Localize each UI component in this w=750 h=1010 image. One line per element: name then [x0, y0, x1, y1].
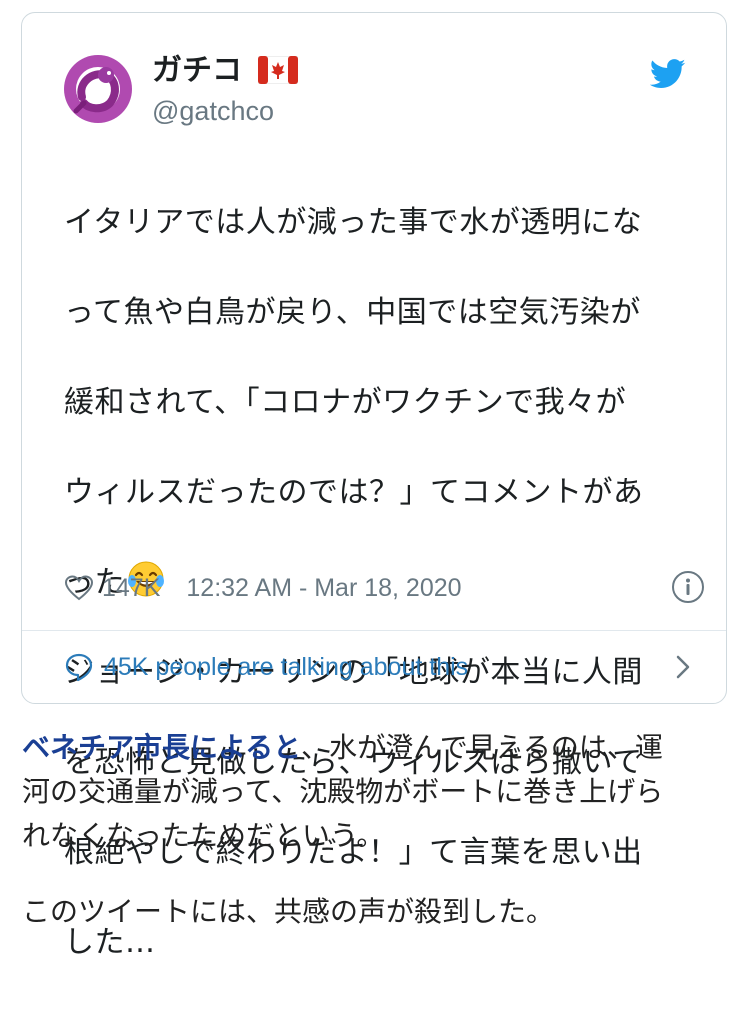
like-count[interactable]: 147K — [102, 574, 160, 603]
avatar[interactable] — [62, 53, 134, 125]
article-line: れなくなったためだという。 — [22, 819, 385, 852]
display-name-text[interactable]: ガチコ — [152, 53, 242, 88]
tweet-line: ウィルスだったのでは？」てコメントがあ — [64, 475, 644, 510]
tweet-line: イタリアでは人が減った事で水が透明にな — [64, 205, 643, 240]
article-text: 、水が澄んで見えるのは、運 — [301, 731, 663, 764]
canada-flag-icon — [258, 56, 299, 84]
tweet-line: 緩和されて、「コロナがワクチンで我々が — [64, 385, 627, 420]
tweet-line: って魚や白鳥が戻り、中国では空気汚染が — [64, 295, 641, 330]
article-paragraph-2: このツイートには、共感の声が殺到した。 — [22, 895, 555, 928]
divider — [22, 630, 726, 631]
display-name[interactable]: ガチコ — [152, 51, 299, 91]
speech-bubble-icon — [65, 653, 93, 682]
twitter-bird-icon[interactable] — [650, 59, 686, 89]
embedded-tweet-card[interactable]: ガチコ @gatchco イタリアでは人が減った事で水が透明にな って魚や白鳥が… — [21, 12, 727, 960]
article-link[interactable]: ベネチア市長によると — [22, 731, 301, 764]
talking-count-text[interactable]: 45K people are talking about this — [104, 653, 468, 682]
user-handle[interactable]: @gatchco — [152, 93, 274, 129]
chevron-right-icon[interactable] — [674, 653, 692, 681]
tweet-timestamp[interactable]: 12:32 AM - Mar 18, 2020 — [186, 574, 461, 603]
heart-icon[interactable] — [64, 574, 94, 602]
info-icon[interactable] — [671, 570, 705, 604]
tweet-meta-row: 147K 12:32 AM - Mar 18, 2020 — [64, 568, 704, 608]
article-line: 河の交通量が減って、沈殿物がボートに巻き上げら — [22, 775, 664, 808]
conversation-link[interactable]: 45K people are talking about this — [64, 647, 704, 687]
article-line: ベネチア市長によると、水が澄んで見えるのは、運 — [22, 726, 722, 770]
article-paragraph: ベネチア市長によると、水が澄んで見えるのは、運 河の交通量が減って、沈殿物がボー… — [22, 726, 722, 858]
